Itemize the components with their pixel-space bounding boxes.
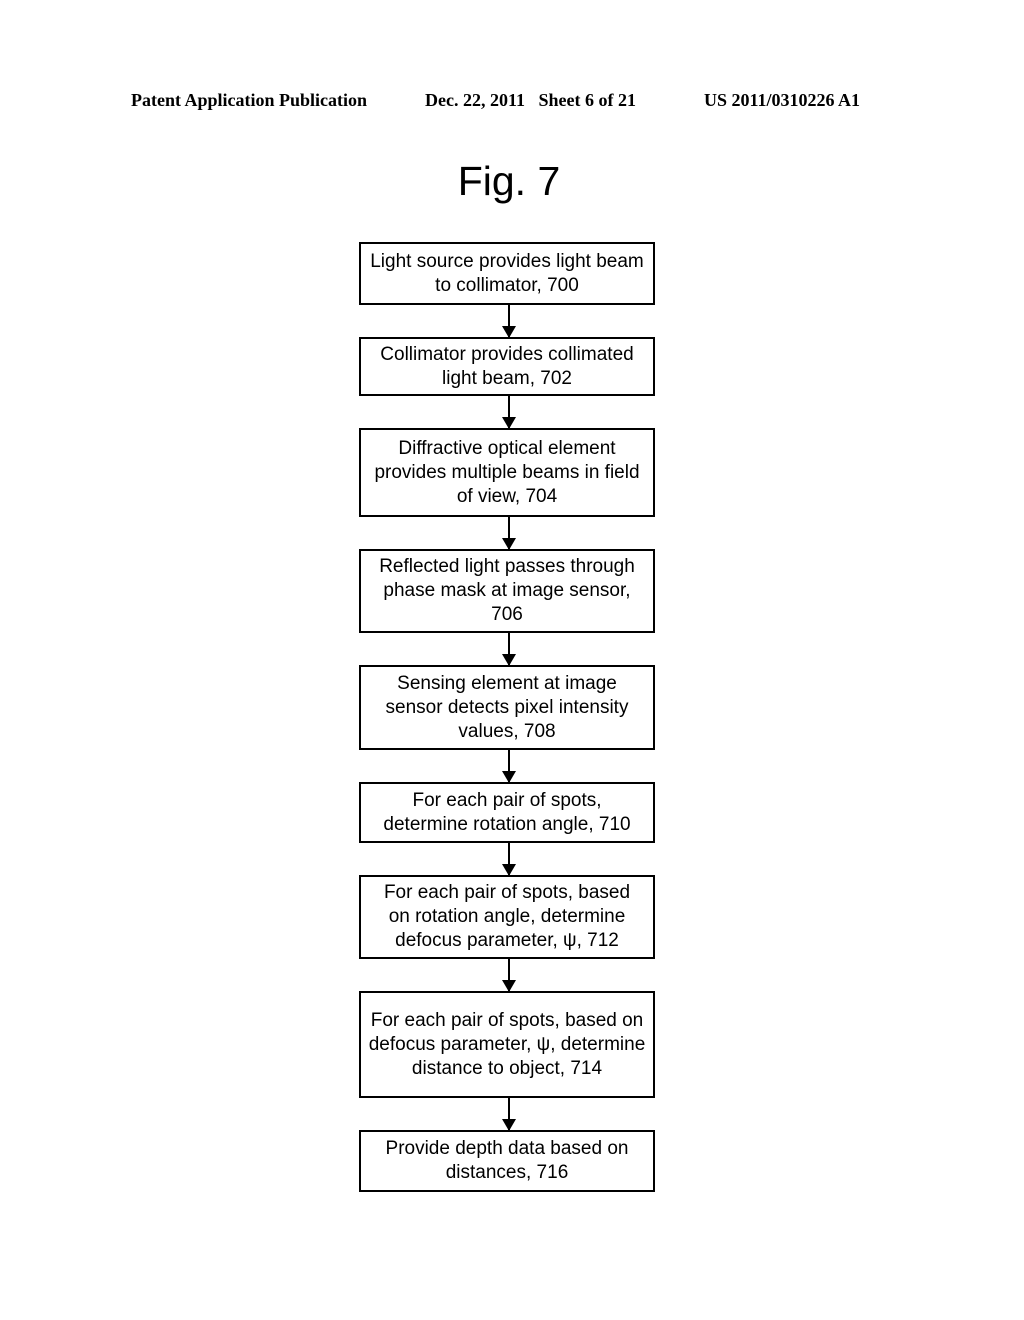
publication-label: Patent Application Publication: [131, 90, 368, 110]
arrow-710-712: [502, 843, 516, 876]
arrow-714-716: [502, 1098, 516, 1131]
patent-number: US 2011/0310226 A1: [704, 90, 861, 110]
arrow-704-706: [502, 517, 516, 550]
step-702-box: Collimator provides collimated light bea…: [359, 337, 655, 396]
step-708-box: Sensing element at image sensor detects …: [359, 665, 655, 750]
arrow-708-710: [502, 750, 516, 783]
arrow-700-702: [502, 305, 516, 338]
date-sheet-label: Dec. 22, 2011 Sheet 6 of 21: [425, 90, 636, 110]
figure-title: Fig. 7: [457, 158, 561, 204]
step-710-box: For each pair of spots, determine rotati…: [359, 782, 655, 843]
step-716-box: Provide depth data based on distances, 7…: [359, 1130, 655, 1192]
step-700-box: Light source provides light beam to coll…: [359, 242, 655, 305]
arrow-706-708: [502, 633, 516, 666]
arrow-702-704: [502, 396, 516, 429]
step-706-box: Reflected light passes through phase mas…: [359, 549, 655, 633]
step-712-box: For each pair of spots, based on rotatio…: [359, 875, 655, 959]
step-714-box: For each pair of spots, based on defocus…: [359, 991, 655, 1098]
arrow-712-714: [502, 959, 516, 992]
step-704-box: Diffractive optical element provides mul…: [359, 428, 655, 517]
